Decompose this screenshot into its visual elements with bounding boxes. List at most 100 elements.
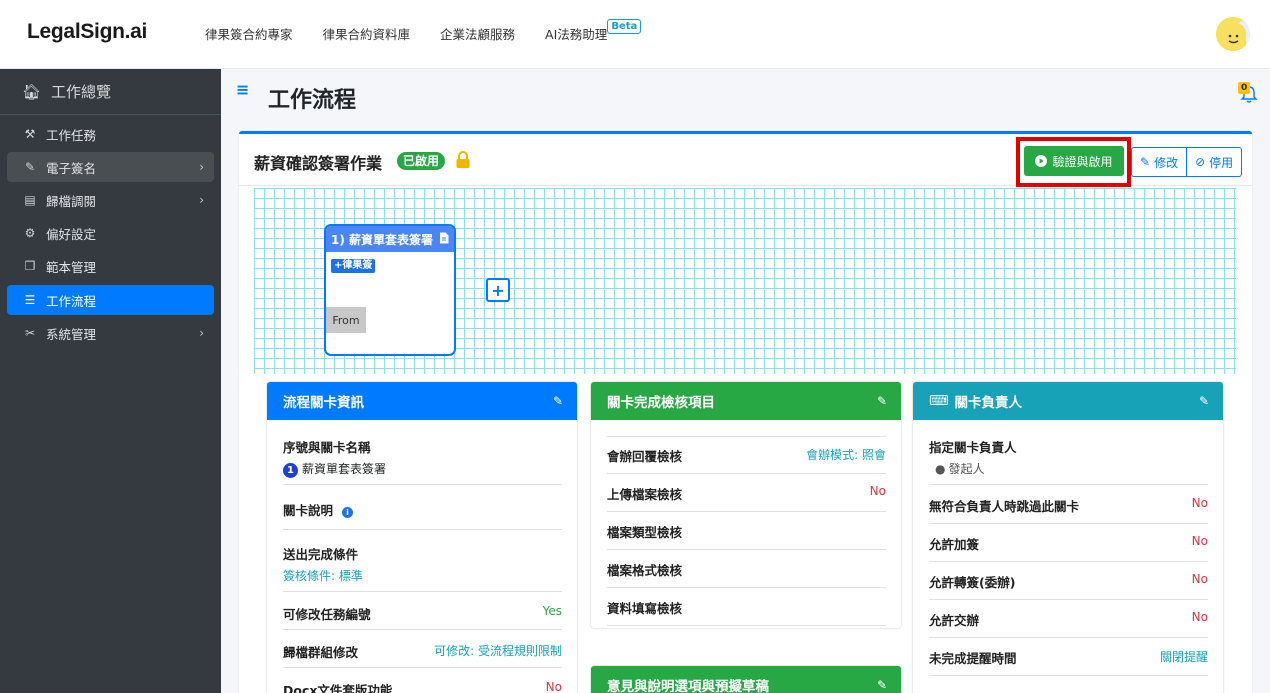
info-docx-value: No xyxy=(545,680,562,693)
sidebar-item-templates[interactable]: ❐ 範本管理 xyxy=(7,251,214,281)
ban-icon: ⊘ xyxy=(1195,155,1206,169)
info-send-value: 簽核條件: 標準 xyxy=(283,569,363,583)
panel-title: 流程關卡資訊 xyxy=(283,395,364,411)
owner-label: 無符合負責人時跳過此關卡 xyxy=(929,499,1080,514)
edit-icon[interactable]: ✎ xyxy=(553,394,563,408)
notification-bell[interactable]: 0 xyxy=(1238,82,1258,104)
sidebar-item-workflow[interactable]: ☰ 工作流程 xyxy=(7,285,214,315)
avatar[interactable] xyxy=(1216,17,1250,51)
sidebar-item-archive[interactable]: ▤ 歸檔調閱 › xyxy=(7,185,214,215)
info-row-send: 送出完成條件 簽核條件: 標準 xyxy=(283,544,562,592)
edit-label: 修改 xyxy=(1154,155,1179,170)
check-label: 資料填寫檢核 xyxy=(607,601,683,616)
highlight-box xyxy=(1016,137,1131,187)
check-value: No xyxy=(869,484,886,498)
sidebar-item-label: 工作任務 xyxy=(46,127,97,143)
owner-label: 允許轉簽(委辦) xyxy=(929,575,1016,590)
owner-row: 允許交辦 No xyxy=(929,610,1208,638)
nav-link-contract-expert[interactable]: 律果簽合約專家 xyxy=(205,24,293,43)
workflow-node-header: 1) 薪資單套表簽署 xyxy=(326,226,454,252)
check-row: 檔案格式檢核 xyxy=(607,560,886,588)
check-row: 資料填寫檢核 xyxy=(607,598,886,626)
check-row: 會辦回覆檢核 會辦模式: 照會 xyxy=(607,446,886,474)
divider xyxy=(607,436,886,437)
sidebar-item-label: 範本管理 xyxy=(46,259,97,275)
owner-value: No xyxy=(1191,572,1208,586)
sidebar-overview-label: 工作總覽 xyxy=(51,83,112,101)
owner-value: No xyxy=(1191,610,1208,624)
owner-label: 允許交辦 xyxy=(929,613,980,628)
notification-count-badge: 0 xyxy=(1238,82,1251,94)
info-circle-icon[interactable]: i xyxy=(342,507,353,518)
signature-icon: ✎ xyxy=(24,160,36,174)
nav-link-legal-service[interactable]: 企業法顧服務 xyxy=(440,24,515,43)
info-row-desc: 關卡說明 i xyxy=(283,500,562,530)
info-group-value: 可修改: 受流程規則限制 xyxy=(434,644,562,658)
workflow-node[interactable]: 1) 薪資單套表簽署 +律果簽 From xyxy=(324,224,456,356)
info-send-label: 送出完成條件 xyxy=(283,547,359,562)
workflow-canvas[interactable]: 1) 薪資單套表簽署 +律果簽 From + xyxy=(254,188,1236,374)
info-docx-label: Docx文件套版功能 xyxy=(283,683,393,693)
sidebar-overview[interactable]: 🏠︎ 工作總覽 xyxy=(0,69,221,115)
sidebar-item-label: 工作流程 xyxy=(46,293,97,309)
owner-row: 允許轉簽(委辦) No xyxy=(929,572,1208,600)
lock-icon xyxy=(455,151,471,173)
beta-badge: Beta xyxy=(607,19,642,34)
sidebar-item-tasks[interactable]: ⚒ 工作任務 xyxy=(7,119,214,149)
owner-assign-label: 指定關卡負責人 xyxy=(929,440,1017,455)
disable-button[interactable]: ⊘ 停用 xyxy=(1186,148,1241,176)
check-row: 上傳檔案檢核 No xyxy=(607,484,886,512)
app-logo[interactable]: LegalSign.ai xyxy=(27,20,147,44)
info-row-docx: Docx文件套版功能 No xyxy=(283,680,562,693)
panel-title: 關卡負責人 xyxy=(954,395,1023,411)
user-cog-icon: ⚙ xyxy=(24,226,36,240)
edit-icon[interactable]: ✎ xyxy=(877,394,887,408)
disable-label: 停用 xyxy=(1209,155,1234,170)
seq-number-badge: 1 xyxy=(283,463,298,478)
user-circle-icon: ● xyxy=(935,462,946,476)
sidebar-item-preferences[interactable]: ⚙ 偏好設定 xyxy=(7,218,214,248)
tools-icon: ✂ xyxy=(24,326,36,340)
check-row: 檔案類型檢核 xyxy=(607,522,886,550)
page-title: 工作流程 xyxy=(268,88,357,113)
panel-check-items: 關卡完成檢核項目 ✎ 會辦回覆檢核 會辦模式: 照會 上傳檔案檢核 No 檔案類… xyxy=(591,382,901,628)
sidebar-item-label: 電子簽名 xyxy=(46,160,97,176)
info-taskno-label: 可修改任務編號 xyxy=(283,607,371,622)
document-icon xyxy=(439,232,449,247)
info-row-taskno: 可修改任務編號 Yes xyxy=(283,604,562,630)
workflow-card: 薪資確認簽署作業 已啟用 驗證與啟用 ✎ 修改 ⊘ 停用 1) 薪資單套表簽署 xyxy=(239,131,1252,693)
info-row-seq: 序號與關卡名稱 1 薪資單套表簽署 xyxy=(283,437,562,485)
status-badge: 已啟用 xyxy=(397,152,446,170)
nav-link-contract-db[interactable]: 律果合約資料庫 xyxy=(323,24,411,43)
edit-button[interactable]: ✎ 修改 xyxy=(1132,148,1186,176)
sidebar-item-label: 偏好設定 xyxy=(46,226,97,242)
nav-link-ai-assistant[interactable]: AI法務助理 Beta xyxy=(545,19,642,43)
edit-icon[interactable]: ✎ xyxy=(877,678,887,692)
menu-toggle-icon[interactable]: ≡ xyxy=(236,82,249,98)
panel-check-items-header: 關卡完成檢核項目 ✎ xyxy=(591,382,901,420)
workflow-node-tag: +律果簽 xyxy=(331,259,376,273)
sidebar-item-esign[interactable]: ✎ 電子簽名 › xyxy=(7,152,214,182)
sidebar-item-system[interactable]: ✂ 系統管理 › xyxy=(7,318,214,348)
info-group-label: 歸檔群組修改 xyxy=(283,645,359,660)
info-seq-label: 序號與關卡名稱 xyxy=(283,440,371,455)
info-desc-label: 關卡說明 xyxy=(283,503,334,518)
owner-row: 未完成提醒時間 關閉提醒 xyxy=(929,648,1208,676)
user-desk-icon: ⌨ xyxy=(929,393,949,409)
panel-stage-owner-header: ⌨ 關卡負責人 ✎ xyxy=(913,382,1223,420)
owner-row: 無符合負責人時跳過此關卡 No xyxy=(929,496,1208,524)
panel-title: 關卡完成檢核項目 xyxy=(607,395,715,411)
check-label: 上傳檔案檢核 xyxy=(607,487,683,502)
check-value: 會辦模式: 照會 xyxy=(806,448,886,462)
info-row-group: 歸檔群組修改 可修改: 受流程規則限制 xyxy=(283,642,562,668)
owner-value: No xyxy=(1191,534,1208,548)
sidebar: 🏠︎ 工作總覽 ⚒ 工作任務 ✎ 電子簽名 › ▤ 歸檔調閱 › ⚙ 偏好設定 … xyxy=(0,69,221,693)
list-icon: ☰ xyxy=(24,293,36,307)
sidebar-item-label: 系統管理 xyxy=(46,326,97,342)
node-from-port[interactable]: From xyxy=(326,307,366,333)
owner-value[interactable]: 關閉提醒 xyxy=(1160,648,1208,665)
add-node-button[interactable]: + xyxy=(486,278,510,302)
edit-icon[interactable]: ✎ xyxy=(1199,394,1209,408)
chevron-right-icon: › xyxy=(199,193,204,207)
panel-title: 意見與說明選項與預擬草稿 xyxy=(607,679,769,693)
